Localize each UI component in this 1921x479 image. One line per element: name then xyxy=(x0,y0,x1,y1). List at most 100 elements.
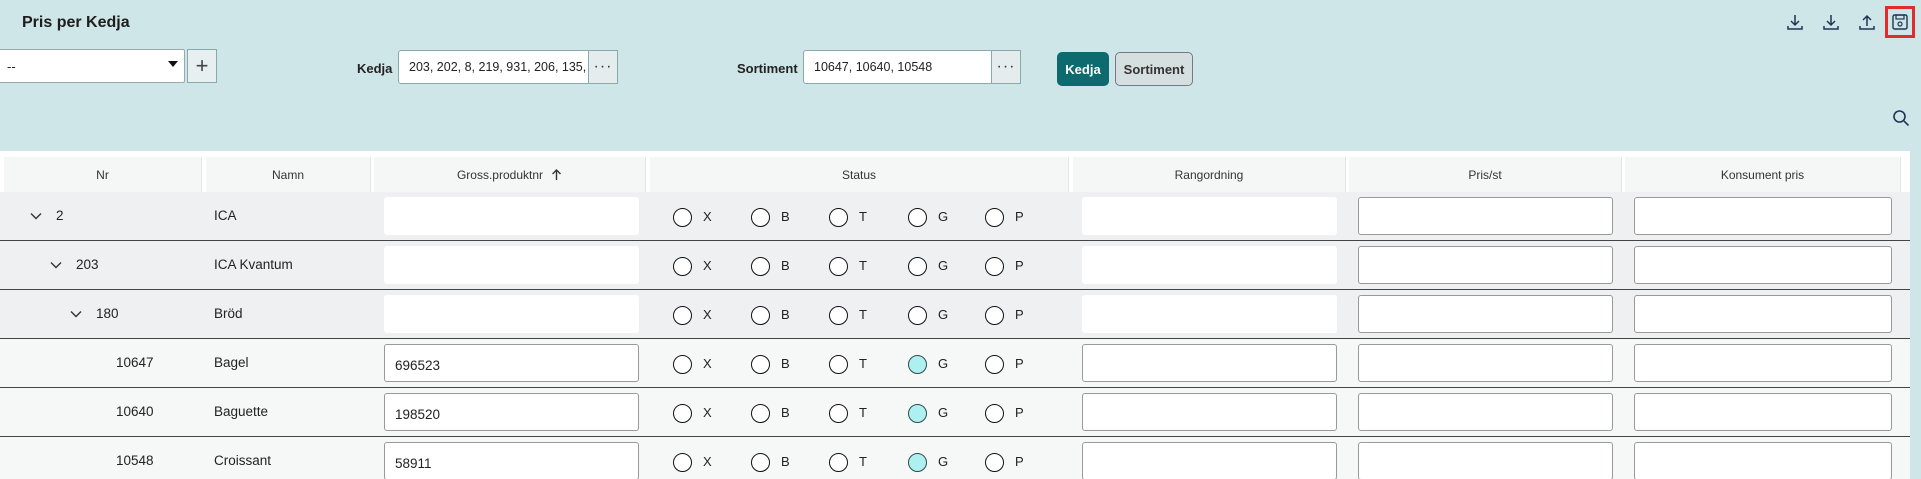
chevron-down-icon[interactable] xyxy=(30,210,42,222)
konsument-pris-input[interactable] xyxy=(1634,246,1892,284)
rangordning-input[interactable] xyxy=(1082,442,1337,479)
upload-icon[interactable] xyxy=(1849,8,1885,36)
konsument-pris-input[interactable] xyxy=(1634,442,1892,479)
gross-produktnr-input[interactable] xyxy=(384,197,639,235)
sortiment-button[interactable]: Sortiment xyxy=(1115,52,1193,86)
gross-produktnr-input[interactable]: 198520 xyxy=(384,393,639,431)
status-radio-b[interactable] xyxy=(751,404,770,423)
status-radio-p[interactable] xyxy=(985,208,1004,227)
row-namn: ICA xyxy=(214,208,237,223)
pris-input[interactable] xyxy=(1358,442,1613,479)
status-radio-g[interactable] xyxy=(908,306,927,325)
status-radio-x[interactable] xyxy=(673,453,692,472)
rangordning-input[interactable] xyxy=(1082,393,1337,431)
status-radio-g[interactable] xyxy=(908,257,927,276)
konsument-pris-input[interactable] xyxy=(1634,197,1892,235)
status-label-x: X xyxy=(703,356,712,371)
chevron-down-icon[interactable] xyxy=(168,61,178,67)
status-radio-p[interactable] xyxy=(985,404,1004,423)
pris-input[interactable] xyxy=(1358,197,1613,235)
rangordning-input[interactable] xyxy=(1082,344,1337,382)
konsument-pris-input[interactable] xyxy=(1634,393,1892,431)
status-radio-x[interactable] xyxy=(673,257,692,276)
download-icon[interactable] xyxy=(1777,8,1813,36)
gross-produktnr-input[interactable] xyxy=(384,246,639,284)
sort-ascending-icon xyxy=(552,168,562,180)
status-radio-g[interactable] xyxy=(908,355,927,374)
table-row[interactable]: 10647 Bagel 696523 X B T G P xyxy=(0,339,1910,388)
price-grid: Nr Namn Gross.produktnr Status Rangordni… xyxy=(0,151,1910,479)
status-radio-p[interactable] xyxy=(985,453,1004,472)
pris-input[interactable] xyxy=(1358,295,1613,333)
column-header-pris[interactable]: Pris/st xyxy=(1349,157,1622,192)
table-row[interactable]: 203 ICA Kvantum X B T G P xyxy=(0,241,1910,290)
status-radio-x[interactable] xyxy=(673,208,692,227)
status-radio-b[interactable] xyxy=(751,306,770,325)
status-radio-b[interactable] xyxy=(751,453,770,472)
status-label-p: P xyxy=(1015,258,1024,273)
status-radio-g[interactable] xyxy=(908,453,927,472)
search-icon[interactable] xyxy=(1891,108,1911,128)
table-row[interactable]: 10640 Baguette 198520 X B T G P xyxy=(0,388,1910,437)
pris-input[interactable] xyxy=(1358,246,1613,284)
status-radio-b[interactable] xyxy=(751,257,770,276)
column-header-status[interactable]: Status xyxy=(650,157,1069,192)
pris-input[interactable] xyxy=(1358,344,1613,382)
table-row[interactable]: 2 ICA X B T G P xyxy=(0,192,1910,241)
status-radio-b[interactable] xyxy=(751,208,770,227)
column-header-konsument[interactable]: Konsument pris xyxy=(1625,157,1901,192)
status-radio-g[interactable] xyxy=(908,404,927,423)
status-radio-t[interactable] xyxy=(829,453,848,472)
kedja-picker-button[interactable]: ··· xyxy=(588,50,618,84)
gross-produktnr-input[interactable]: 58911 xyxy=(384,442,639,479)
status-label-b: B xyxy=(781,307,790,322)
gross-produktnr-value: 696523 xyxy=(395,358,441,373)
rangordning-input[interactable] xyxy=(1082,197,1337,235)
column-header-rangordning[interactable]: Rangordning xyxy=(1073,157,1346,192)
chevron-down-icon[interactable] xyxy=(70,308,82,320)
column-header-namn[interactable]: Namn xyxy=(206,157,371,192)
status-radio-p[interactable] xyxy=(985,355,1004,374)
table-row[interactable]: 180 Bröd X B T G P xyxy=(0,290,1910,339)
view-select[interactable]: -- xyxy=(0,49,185,83)
status-radio-x[interactable] xyxy=(673,404,692,423)
gross-produktnr-input[interactable] xyxy=(384,295,639,333)
status-radio-x[interactable] xyxy=(673,355,692,374)
status-label-b: B xyxy=(781,405,790,420)
table-row[interactable]: 10548 Croissant 58911 X B T G P xyxy=(0,437,1910,479)
save-icon[interactable] xyxy=(1885,6,1915,38)
pris-input[interactable] xyxy=(1358,393,1613,431)
toolbar-icons xyxy=(1777,6,1915,38)
status-radio-p[interactable] xyxy=(985,257,1004,276)
status-label-t: T xyxy=(859,454,867,469)
status-radio-x[interactable] xyxy=(673,306,692,325)
download-icon[interactable] xyxy=(1813,8,1849,36)
konsument-pris-input[interactable] xyxy=(1634,344,1892,382)
status-label-t: T xyxy=(859,258,867,273)
add-button[interactable]: + xyxy=(187,49,217,83)
chevron-down-icon[interactable] xyxy=(50,259,62,271)
rangordning-input[interactable] xyxy=(1082,295,1337,333)
sortiment-picker-button[interactable]: ··· xyxy=(991,50,1021,84)
row-namn: Croissant xyxy=(214,453,272,468)
status-radio-t[interactable] xyxy=(829,208,848,227)
status-radio-g[interactable] xyxy=(908,208,927,227)
status-radio-t[interactable] xyxy=(829,355,848,374)
status-radio-t[interactable] xyxy=(829,257,848,276)
row-namn: Bröd xyxy=(214,306,243,321)
row-namn: Baguette xyxy=(214,404,269,419)
status-label-t: T xyxy=(859,209,867,224)
gross-produktnr-input[interactable]: 696523 xyxy=(384,344,639,382)
konsument-pris-input[interactable] xyxy=(1634,295,1892,333)
kedja-button[interactable]: Kedja xyxy=(1057,52,1109,86)
kedja-input[interactable]: 203, 202, 8, 219, 931, 206, 135, 1 xyxy=(398,50,590,84)
status-label-g: G xyxy=(938,209,949,224)
status-radio-p[interactable] xyxy=(985,306,1004,325)
status-radio-b[interactable] xyxy=(751,355,770,374)
status-radio-t[interactable] xyxy=(829,404,848,423)
column-header-nr[interactable]: Nr xyxy=(4,157,202,192)
rangordning-input[interactable] xyxy=(1082,246,1337,284)
column-header-gross[interactable]: Gross.produktnr xyxy=(374,157,646,192)
sortiment-input[interactable]: 10647, 10640, 10548 xyxy=(803,50,993,84)
status-radio-t[interactable] xyxy=(829,306,848,325)
